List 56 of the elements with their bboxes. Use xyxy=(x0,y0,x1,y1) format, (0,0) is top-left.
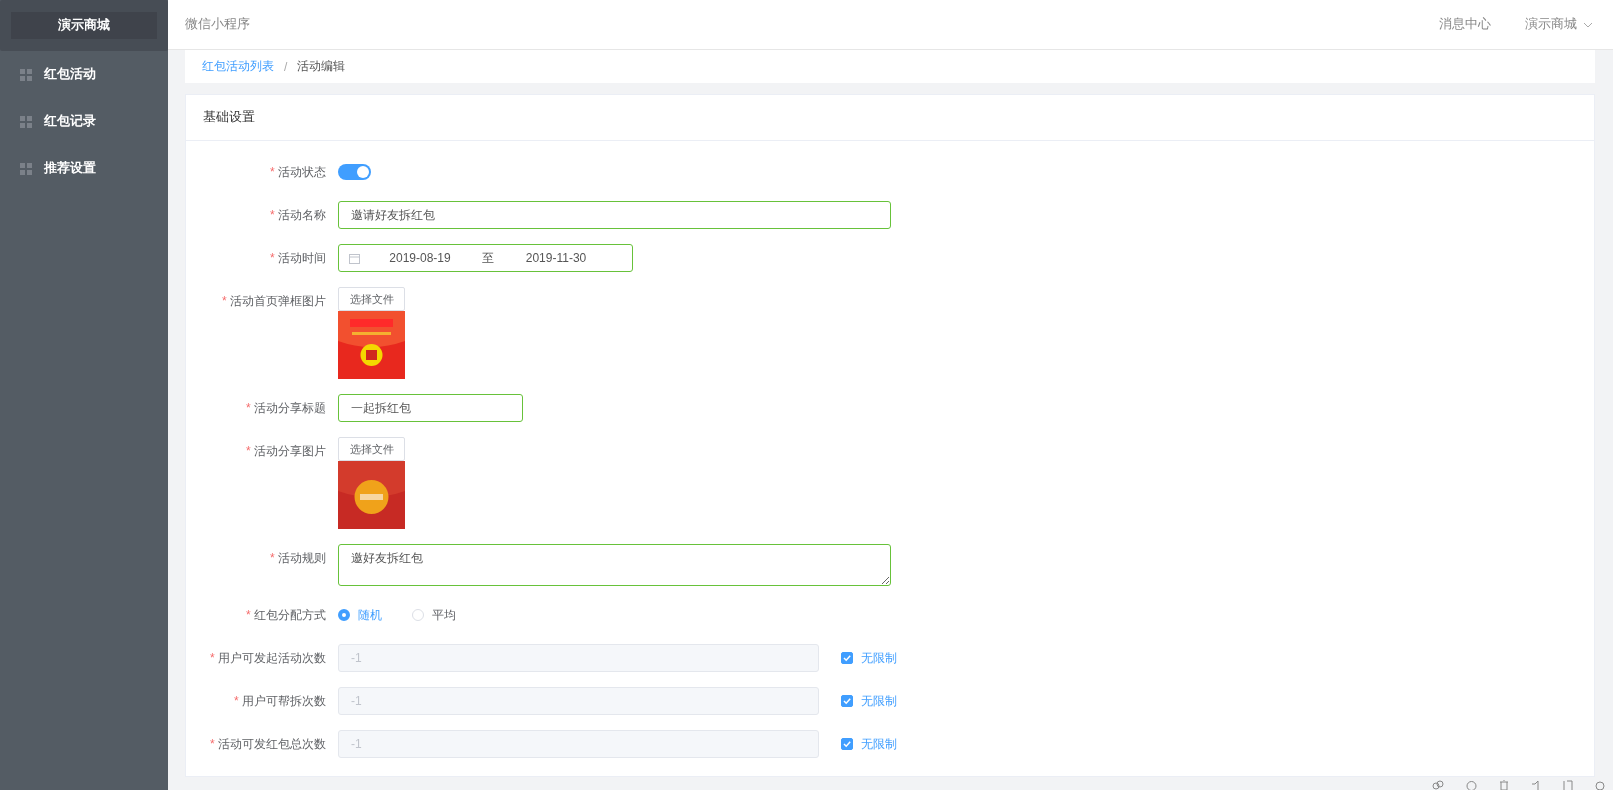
grid-icon xyxy=(20,115,32,128)
checkmark-icon xyxy=(842,696,852,706)
account-menu[interactable]: 演示商城 xyxy=(1525,16,1593,33)
required-mark: * xyxy=(222,294,227,308)
calendar-icon xyxy=(349,252,360,264)
sidebar-item[interactable]: 推荐设置 xyxy=(0,145,168,192)
required-mark: * xyxy=(234,694,239,708)
required-mark: * xyxy=(270,251,275,265)
field-label: 活动状态 xyxy=(278,165,326,179)
field-label: 活动首页弹框图片 xyxy=(230,294,326,308)
text-input[interactable]: 一起拆红包 xyxy=(338,394,523,422)
field-label: 活动分享图片 xyxy=(254,444,326,458)
required-mark: * xyxy=(246,608,251,622)
required-mark: * xyxy=(270,208,275,222)
choose-file-button[interactable]: 选择文件 xyxy=(338,437,405,461)
field-label: 用户可发起活动次数 xyxy=(218,651,326,665)
section-title: 基础设置 xyxy=(186,95,1594,141)
checkmark-icon xyxy=(842,739,852,749)
sidebar-item[interactable]: 红包活动 xyxy=(0,51,168,98)
required-mark: * xyxy=(246,401,251,415)
required-mark: * xyxy=(270,551,275,565)
search-icon xyxy=(1595,780,1605,790)
chevron-down-icon xyxy=(1583,21,1593,28)
current-page-label: 活动编辑 xyxy=(297,58,346,75)
rules-textarea[interactable]: 邀好友拆红包 xyxy=(338,544,891,586)
field-label: 活动规则 xyxy=(278,551,326,565)
envelope-image xyxy=(338,311,405,379)
trash-icon xyxy=(1499,780,1509,790)
field-label: 活动时间 xyxy=(278,251,326,265)
field-label: 用户可帮拆次数 xyxy=(242,694,326,708)
breadcrumb-separator: / xyxy=(284,59,288,74)
date-range-field[interactable]: 2019-08-19 至 2019-11-30 xyxy=(338,244,633,272)
sidebar-item-label: 推荐设置 xyxy=(44,160,96,177)
sidebar-item-label: 红包记录 xyxy=(44,113,96,130)
required-mark: * xyxy=(210,737,215,751)
message-center-link[interactable]: 消息中心 xyxy=(1439,16,1491,33)
field-label: 活动可发红包总次数 xyxy=(218,737,326,751)
toggle-switch[interactable] xyxy=(338,164,371,180)
field-label: 活动分享标题 xyxy=(254,401,326,415)
radio-option[interactable]: 平均 xyxy=(412,601,456,629)
grid-icon xyxy=(20,68,32,81)
envelope-image xyxy=(338,461,405,529)
field-label: 红包分配方式 xyxy=(254,608,326,622)
sidebar-item-label: 红包活动 xyxy=(44,66,96,83)
brand-logo[interactable]: 演示商城 xyxy=(0,0,168,51)
checkmark-icon xyxy=(842,653,852,663)
grid-icon xyxy=(20,162,32,175)
sidebar-item[interactable]: 红包记录 xyxy=(0,98,168,145)
required-mark: * xyxy=(270,165,275,179)
required-mark: * xyxy=(246,444,251,458)
link-icon xyxy=(1432,780,1444,790)
choose-file-button[interactable]: 选择文件 xyxy=(338,287,405,311)
field-label: 活动名称 xyxy=(278,208,326,222)
app-title: 微信小程序 xyxy=(185,16,250,33)
required-mark: * xyxy=(210,651,215,665)
text-input[interactable]: 邀请好友拆红包 xyxy=(338,201,891,229)
